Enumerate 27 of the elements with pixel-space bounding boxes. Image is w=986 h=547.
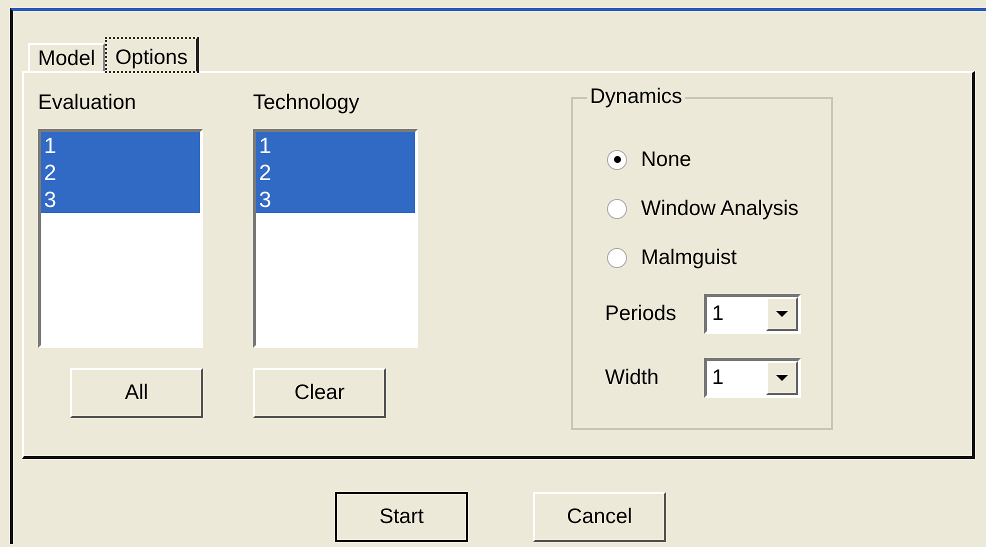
dialog-button[interactable]: Start [335, 492, 468, 542]
group-title: Dynamics [587, 85, 686, 109]
list-item[interactable]: 3 [256, 186, 415, 213]
list-label: Technology [253, 91, 360, 116]
list-item[interactable]: 3 [41, 186, 200, 213]
radio-button[interactable] [607, 198, 627, 218]
radio-label: None [641, 148, 692, 172]
dropdown-field[interactable]: 1 [704, 294, 801, 334]
radio-label: Window Analysis [641, 196, 799, 220]
list-item[interactable]: 2 [256, 159, 415, 186]
list-item[interactable]: 1 [256, 132, 415, 159]
tab[interactable]: Options [105, 37, 199, 73]
list-box[interactable]: 1 2 3 [253, 129, 418, 348]
dropdown-field[interactable]: 1 [704, 358, 801, 398]
radio-label: Malmguist [641, 246, 737, 270]
list-button[interactable]: Clear [253, 368, 386, 418]
list-box[interactable]: 1 2 3 [38, 129, 203, 348]
list-label: Evaluation [38, 91, 138, 116]
list-button[interactable]: All [70, 368, 203, 418]
field-label: Periods [605, 302, 678, 326]
dialog-button[interactable]: Cancel [533, 492, 666, 542]
tab[interactable]: Model [28, 43, 106, 71]
list-item[interactable]: 2 [41, 159, 200, 186]
radio-button[interactable] [607, 248, 627, 268]
radio-button[interactable] [607, 150, 627, 170]
list-item[interactable]: 1 [41, 132, 200, 159]
field-label: Width [605, 366, 660, 390]
